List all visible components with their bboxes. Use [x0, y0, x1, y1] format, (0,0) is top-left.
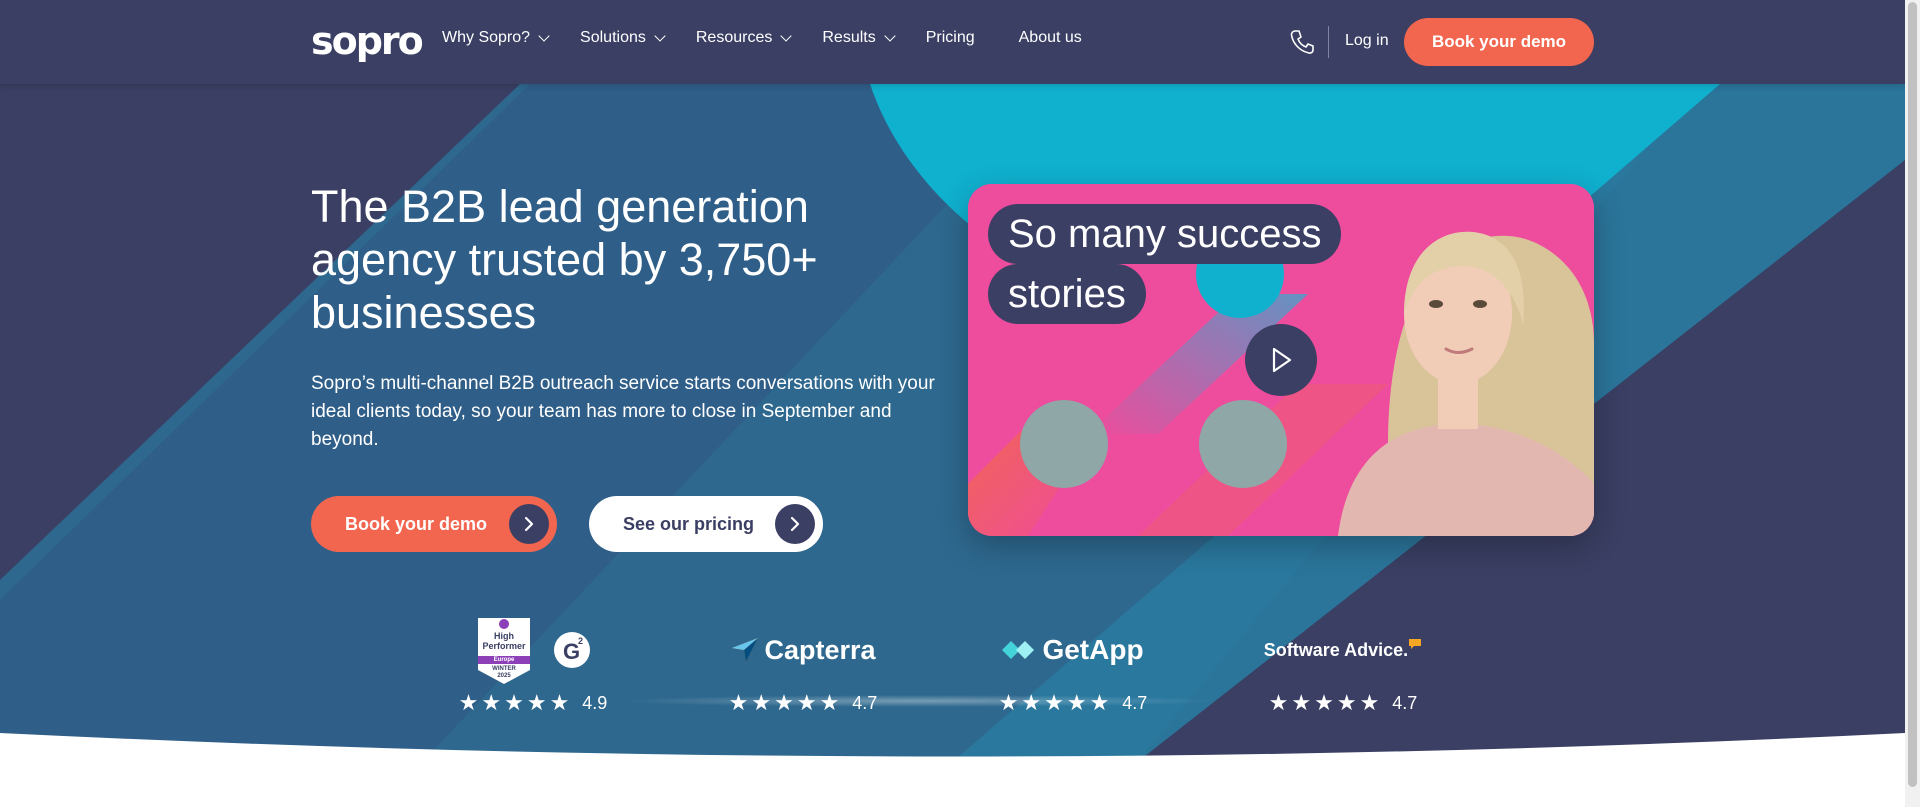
- chevron-down-icon: [538, 30, 550, 42]
- nav-item-label: Resources: [695, 29, 773, 46]
- nav-item-results[interactable]: Results: [822, 29, 896, 47]
- g2-high-performer-badge: High Performer Europe WINTER 2025: [474, 614, 534, 686]
- chevron-right-icon: [775, 504, 815, 544]
- see-pricing-label: See our pricing: [623, 513, 755, 534]
- phone-icon[interactable]: [1290, 29, 1314, 55]
- nav-item-solutions[interactable]: Solutions: [580, 29, 666, 47]
- nav-divider: [1328, 26, 1329, 58]
- capterra-icon: [732, 638, 759, 662]
- rating-value: 4.7: [852, 692, 878, 713]
- hero-title: The B2B lead generation agency trusted b…: [311, 181, 818, 338]
- review-getapp[interactable]: GetApp ★★★★★ 4.7: [988, 610, 1158, 720]
- chevron-down-icon: [654, 30, 666, 42]
- chevron-down-icon: [884, 30, 896, 42]
- star-rating-icon: ★★★★★: [1268, 690, 1383, 715]
- nav-item-why-sopro[interactable]: Why Sopro?: [442, 29, 550, 47]
- getapp-wordmark: GetApp: [1042, 634, 1144, 665]
- g2-icon: G 2: [554, 632, 590, 668]
- video-caption-line-1: So many success: [988, 204, 1342, 264]
- badge-season: WINTER: [492, 666, 516, 672]
- nav-item-pricing[interactable]: Pricing: [926, 29, 975, 47]
- rating-row: ★★★★★ 4.7: [718, 690, 888, 716]
- chevron-down-icon: [780, 30, 793, 42]
- badge-line1: High: [494, 631, 514, 641]
- star-rating-icon: ★★★★★: [728, 690, 843, 715]
- page: sopro Why Sopro? Solutions Resources Res…: [0, 0, 1905, 807]
- sopro-logo[interactable]: sopro: [311, 20, 424, 62]
- video-caption-line-2: stories: [988, 264, 1146, 324]
- nav-item-resources[interactable]: Resources: [695, 29, 793, 47]
- nav-item-label: About us: [1018, 29, 1082, 46]
- badge-line2: Performer: [482, 641, 526, 651]
- scrollbar[interactable]: [1905, 0, 1920, 807]
- g2-logo: High Performer Europe WINTER 2025 G 2: [448, 610, 618, 690]
- nav-links: Why Sopro? Solutions Resources Results P…: [442, 29, 1114, 47]
- nav-item-label: Solutions: [580, 29, 646, 46]
- nav-item-about-us[interactable]: About us: [1019, 29, 1082, 47]
- software-advice-logo: Software Advice.: [1258, 610, 1428, 690]
- play-icon[interactable]: [1245, 324, 1317, 396]
- star-rating-icon: ★★★★★: [998, 690, 1113, 715]
- speech-bubble-icon: [1409, 639, 1422, 649]
- book-demo-button[interactable]: Book your demo: [311, 496, 557, 552]
- rating-value: 4.7: [1122, 692, 1148, 713]
- getapp-logo: GetApp: [988, 610, 1158, 690]
- video-card[interactable]: So many success stories: [968, 184, 1594, 536]
- capterra-wordmark: Capterra: [764, 634, 876, 665]
- rating-row: ★★★★★ 4.9: [448, 690, 618, 716]
- svg-text:2: 2: [578, 636, 583, 646]
- see-pricing-button[interactable]: See our pricing: [589, 496, 823, 552]
- rating-row: ★★★★★ 4.7: [988, 690, 1158, 716]
- rating-value: 4.7: [1392, 692, 1418, 713]
- badge-year: 2025: [497, 673, 511, 679]
- book-demo-label: Book your demo: [345, 513, 488, 534]
- badge-region: Europe: [493, 657, 515, 663]
- getapp-icon: [1002, 641, 1035, 659]
- top-navigation: sopro Why Sopro? Solutions Resources Res…: [0, 0, 1905, 84]
- star-rating-icon: ★★★★★: [458, 690, 573, 715]
- rating-row: ★★★★★ 4.7: [1258, 690, 1428, 716]
- software-advice-wordmark: Software Advice.: [1263, 639, 1409, 660]
- chevron-right-icon: [509, 504, 549, 544]
- review-g2[interactable]: High Performer Europe WINTER 2025 G 2 ★★…: [448, 610, 618, 720]
- rating-value: 4.9: [582, 692, 608, 713]
- nav-item-label: Pricing: [925, 29, 975, 46]
- nav-item-label: Why Sopro?: [442, 29, 531, 46]
- review-software-advice[interactable]: Software Advice. ★★★★★ 4.7: [1258, 610, 1428, 720]
- hero-subtitle: Sopro’s multi-channel B2B outreach servi…: [311, 373, 935, 450]
- review-capterra[interactable]: Capterra ★★★★★ 4.7: [718, 610, 888, 720]
- login-link[interactable]: Log in: [1345, 32, 1389, 50]
- scrollbar-thumb[interactable]: [1908, 2, 1917, 787]
- nav-book-demo-button[interactable]: Book your demo: [1404, 18, 1594, 66]
- nav-item-label: Results: [822, 29, 876, 46]
- capterra-logo: Capterra: [718, 610, 888, 690]
